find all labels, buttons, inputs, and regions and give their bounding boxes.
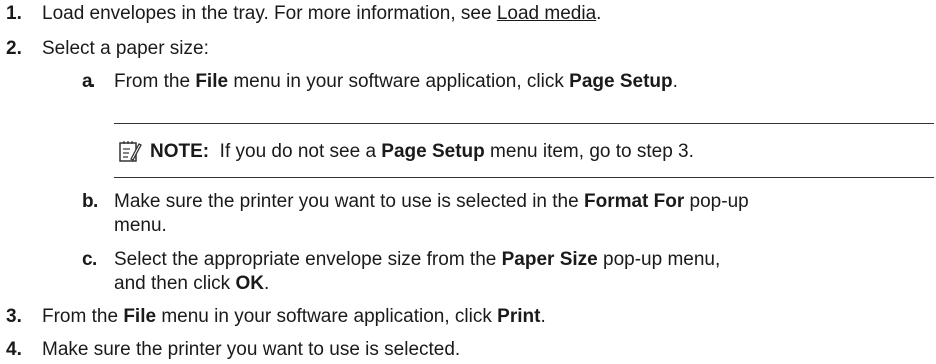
step-text: Select a paper size: <box>42 38 209 59</box>
note-pencil-icon <box>119 141 142 162</box>
substep-c-text: Select the appropriate envelope size fro… <box>114 249 721 270</box>
note-bottom-rule <box>114 177 934 178</box>
substep-b-text: Make sure the printer you want to use is… <box>114 191 749 212</box>
step-number: 2. <box>6 38 22 59</box>
substep-c-text-line2: and then click OK. <box>114 273 270 294</box>
step-text: Load envelopes in the tray. For more inf… <box>42 2 601 26</box>
substep-letter: b <box>82 191 94 212</box>
note-label: NOTE: <box>150 141 210 162</box>
substep-a-text: From the File menu in your software appl… <box>114 71 678 92</box>
note-text: NOTE: If you do not see a Page Setup men… <box>150 141 694 162</box>
step-number: 3. <box>6 306 22 327</box>
load-media-link[interactable]: Load media <box>497 3 596 24</box>
step-number: 4. <box>6 339 22 360</box>
step-text-part: . <box>596 3 602 24</box>
substep-b-text-line2: menu. <box>114 215 167 236</box>
step-number: 1. <box>6 3 22 24</box>
note-top-rule <box>114 123 934 124</box>
step-text: Make sure the printer you want to use is… <box>42 339 461 360</box>
step-text: From the File menu in your software appl… <box>42 306 546 327</box>
substep-letter: c <box>82 249 93 270</box>
step-text-part: Load envelopes in the tray. For more inf… <box>42 3 497 24</box>
